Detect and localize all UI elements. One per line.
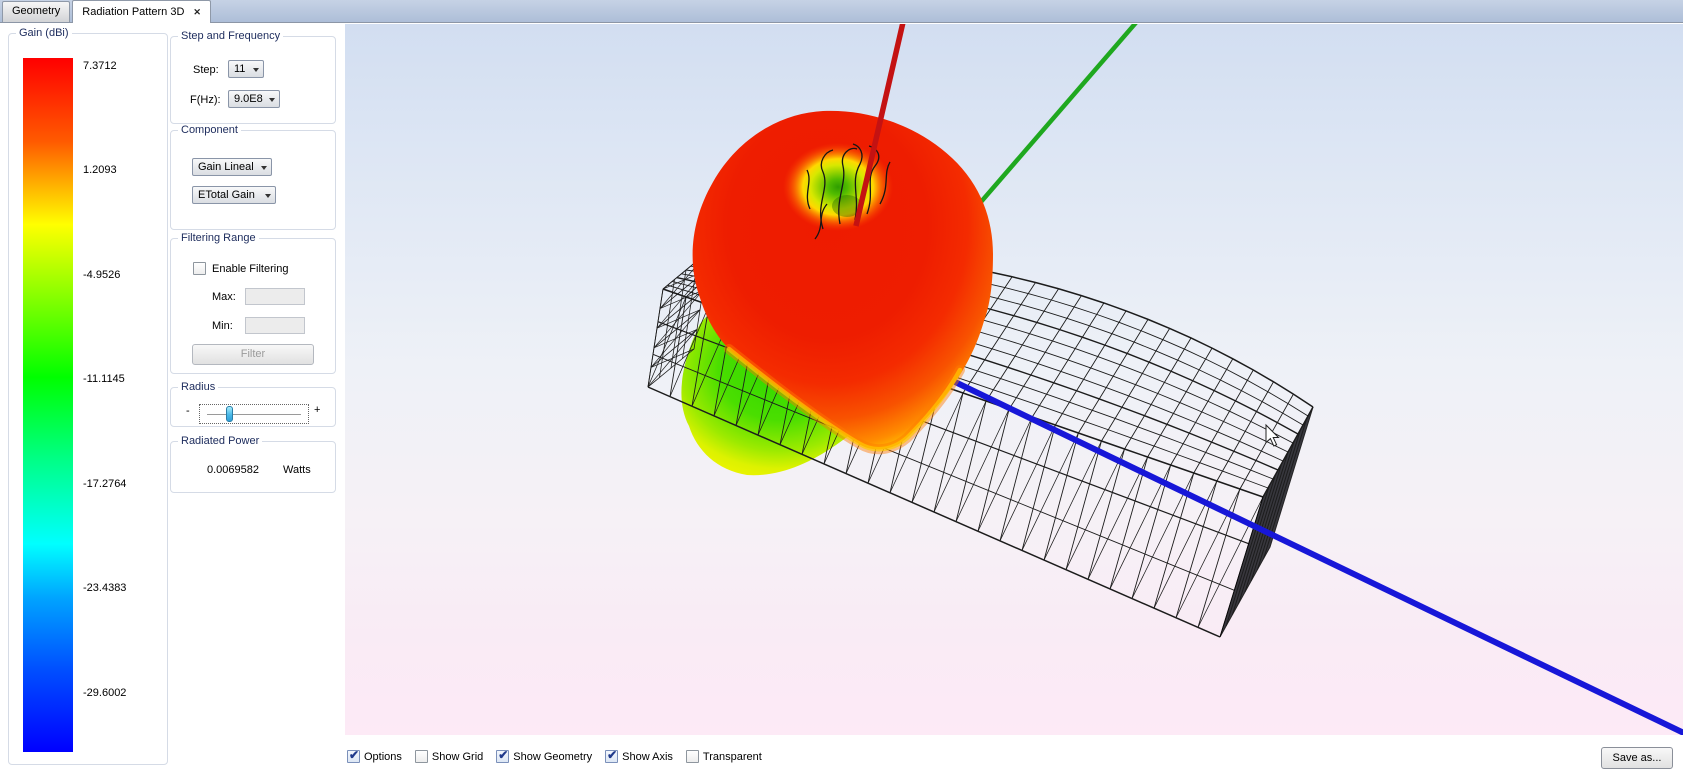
radius-groupbox: Radius - +	[170, 387, 336, 427]
enable-filtering-label: Enable Filtering	[212, 263, 288, 275]
show-grid-checkbox-row[interactable]: Show Grid	[415, 750, 483, 763]
viewport-options-bar: Options Show Grid Show Geometry Show Axi…	[347, 749, 762, 764]
gain-tick-label: 7.3712	[83, 60, 163, 72]
blue-axis	[897, 354, 1683, 735]
show-grid-checkbox[interactable]	[415, 750, 428, 763]
radius-slider[interactable]	[199, 404, 309, 424]
radiated-power-unit: Watts	[283, 464, 311, 476]
radius-slider-thumb[interactable]	[226, 406, 233, 422]
component-secondary-dropdown[interactable]: ETotal Gain	[192, 186, 276, 204]
options-checkbox-row[interactable]: Options	[347, 750, 402, 763]
radiated-power-title: Radiated Power	[178, 435, 262, 447]
component-title: Component	[178, 124, 241, 136]
frequency-label: F(Hz):	[190, 94, 221, 106]
filtering-range-groupbox: Filtering Range Enable Filtering Max: Mi…	[170, 238, 336, 374]
transparent-checkbox[interactable]	[686, 750, 699, 763]
step-label: Step:	[193, 64, 219, 76]
radius-decrease-label[interactable]: -	[186, 405, 190, 417]
save-as-button-label: Save as...	[1613, 752, 1662, 764]
save-as-button[interactable]: Save as...	[1601, 747, 1673, 769]
enable-filtering-checkbox[interactable]	[193, 262, 206, 275]
step-dropdown[interactable]: 11	[228, 60, 264, 78]
show-axis-checkbox-row[interactable]: Show Axis	[605, 750, 673, 763]
show-axis-label: Show Axis	[622, 751, 673, 763]
min-label: Min:	[212, 320, 233, 332]
step-frequency-title: Step and Frequency	[178, 30, 283, 42]
show-geometry-checkbox-row[interactable]: Show Geometry	[496, 750, 592, 763]
tab-radiation-label: Radiation Pattern 3D	[82, 3, 184, 22]
max-input[interactable]	[245, 288, 305, 305]
radiation-pattern-canvas[interactable]	[345, 24, 1683, 735]
show-grid-label: Show Grid	[432, 751, 483, 763]
transparent-checkbox-row[interactable]: Transparent	[686, 750, 762, 763]
frequency-dropdown[interactable]: 9.0E8	[228, 90, 280, 108]
gain-scale-groupbox: Gain (dBi) 7.3712 1.2093 -4.9526 -11.114…	[8, 33, 168, 765]
gain-tick-label: -4.9526	[83, 269, 163, 281]
gain-scale-title: Gain (dBi)	[16, 27, 72, 39]
max-label: Max:	[212, 291, 236, 303]
gain-tick-label: -23.4383	[83, 582, 163, 594]
tab-geometry[interactable]: Geometry	[2, 1, 70, 22]
radius-title: Radius	[178, 381, 218, 393]
show-axis-checkbox[interactable]	[605, 750, 618, 763]
mouse-cursor	[1266, 425, 1279, 446]
filter-button-label: Filter	[241, 348, 265, 360]
filter-button[interactable]: Filter	[192, 344, 314, 365]
transparent-label: Transparent	[703, 751, 762, 763]
component-primary-dropdown[interactable]: Gain Lineal	[192, 158, 272, 176]
radiated-power-value: 0.0069582	[207, 464, 259, 476]
tab-geometry-label: Geometry	[12, 5, 60, 17]
gain-tick-label: -11.1145	[83, 373, 163, 385]
viewport-3d[interactable]	[345, 24, 1683, 735]
gain-colorbar	[23, 58, 73, 752]
tab-bar: Geometry Radiation Pattern 3D ✕	[0, 0, 1683, 23]
show-geometry-label: Show Geometry	[513, 751, 592, 763]
frequency-value: 9.0E8	[234, 93, 263, 105]
filtering-range-title: Filtering Range	[178, 232, 259, 244]
step-frequency-groupbox: Step and Frequency Step: 11 F(Hz): 9.0E8	[170, 36, 336, 124]
radiated-power-groupbox: Radiated Power 0.0069582 Watts	[170, 441, 336, 493]
component-groupbox: Component Gain Lineal ETotal Gain	[170, 130, 336, 230]
gain-tick-label: -29.6002	[83, 687, 163, 699]
component-primary-value: Gain Lineal	[198, 161, 254, 173]
options-label: Options	[364, 751, 402, 763]
radius-slider-track	[207, 414, 301, 415]
tab-radiation-pattern-3d[interactable]: Radiation Pattern 3D ✕	[72, 0, 211, 23]
options-checkbox[interactable]	[347, 750, 360, 763]
gain-tick-label: 1.2093	[83, 164, 163, 176]
step-value: 11	[234, 63, 245, 75]
gain-tick-label: -17.2764	[83, 478, 163, 490]
radius-increase-label[interactable]: +	[314, 404, 320, 416]
close-tab-icon[interactable]: ✕	[193, 7, 201, 17]
min-input[interactable]	[245, 317, 305, 334]
pattern-null-dimple	[783, 143, 893, 231]
show-geometry-checkbox[interactable]	[496, 750, 509, 763]
component-secondary-value: ETotal Gain	[198, 189, 255, 201]
